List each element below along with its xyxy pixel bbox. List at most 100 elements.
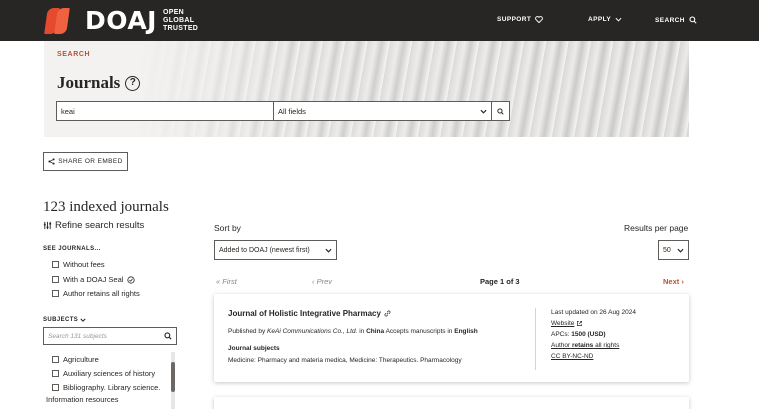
see-journals-heading: SEE JOURNALS... [43,246,101,252]
subject-item[interactable]: Auxiliary sciences of history [52,369,155,378]
license-link[interactable]: CC BY-NC-ND [551,353,593,360]
search-button[interactable] [492,101,510,121]
results-count: 123 indexed journals [43,199,169,215]
search-icon [497,107,504,115]
refine-toggle[interactable]: Refine search results [43,220,144,231]
next-label: Next [663,277,680,286]
filter-without-fees[interactable]: Without fees [52,260,105,269]
subjects-heading[interactable]: SUBJECTS [43,317,86,323]
chevron-down-icon [325,248,332,253]
field-select-value: All fields [278,106,306,116]
section-label: SEARCH [57,51,91,58]
subject-search-input[interactable]: Search 131 subjects [43,327,177,345]
published-by-text: Published by [228,328,266,335]
share-icon [48,158,55,165]
subject-item[interactable]: Agriculture [52,355,99,364]
prev-label: Prev [316,277,333,286]
results-per-page-select[interactable]: 50 [658,240,689,260]
heart-icon [535,16,544,23]
subject-search-placeholder: Search 131 subjects [48,332,107,340]
nav-support[interactable]: SUPPORT [497,16,544,23]
subjects-heading-label: SUBJECTS [43,317,79,323]
hero-fade [44,41,689,137]
last-updated: Last updated on 26 Aug 2024 [551,309,636,316]
refine-label: Refine search results [55,220,145,231]
top-navbar: DOAJ OPEN GLOBAL TRUSTED SUPPORT APPLY S… [0,0,759,41]
pagination-current: Page 1 of 3 [480,277,520,286]
search-icon [689,16,697,24]
first-label: First [222,277,237,286]
doaj-logo[interactable]: DOAJ OPEN GLOBAL TRUSTED [44,6,198,35]
subject-label-continuation: Information resources [46,395,119,404]
retains-text: retains [571,342,594,349]
seal-check-icon [127,275,136,284]
nav-search-label: SEARCH [655,16,685,24]
checkbox[interactable] [52,290,59,297]
checkbox[interactable] [52,356,59,363]
subject-label: Auxiliary sciences of history [63,369,156,378]
apc-value: 1500 (USD) [571,331,606,338]
help-icon[interactable]: ? [125,75,141,91]
field-select[interactable]: All fields [274,101,492,121]
all-rights-text: all rights [595,342,620,349]
website-label: Website [551,320,575,327]
journal-title[interactable]: Journal of Holistic Integrative Pharmacy [228,309,391,318]
checkbox[interactable] [52,261,59,268]
filter-sliders-icon [43,221,52,230]
checkbox[interactable] [52,370,59,377]
page-title: Journals ? [57,73,141,93]
chevron-down-icon [480,109,487,114]
share-embed-label: SHARE OR EMBED [58,158,123,165]
logo-text: DOAJ [85,6,157,35]
tagline-line: TRUSTED [162,24,199,32]
accepts-text: Accepts manuscripts in [385,328,453,335]
search-icon [164,332,172,340]
website-link[interactable]: Website [551,320,583,327]
in-text: in [359,328,365,335]
pagination-next[interactable]: Next › [663,277,684,286]
pagination-first[interactable]: « First [216,277,237,286]
search-input[interactable] [56,101,274,121]
country: China [366,328,385,335]
page-title-text: Journals [57,73,121,92]
apc-info: APCs: 1500 (USD) [551,331,606,338]
nav-search[interactable]: SEARCH [655,16,697,24]
subject-label: Agriculture [63,355,99,364]
checkbox[interactable] [52,276,59,283]
filter-doaj-seal[interactable]: With a DOAJ Seal [52,275,136,284]
search-hero: SEARCH Journals ? All fields [44,41,689,137]
sort-label: Sort by [214,223,241,233]
nav-support-label: SUPPORT [497,16,532,23]
results-per-page-label: Results per page [624,223,689,233]
apc-label: APCs: [551,331,570,338]
share-embed-button[interactable]: SHARE OR EMBED [43,152,128,171]
journal-result-card [214,397,689,409]
journal-title-text: Journal of Holistic Integrative Pharmacy [228,309,381,318]
subject-scrollbar-thumb[interactable] [171,362,175,392]
tagline-line: OPEN [162,8,185,16]
chevron-down-icon [80,318,86,322]
filter-label: Author retains all rights [63,289,140,298]
subject-label: Bibliography. Library science. [63,383,161,392]
subject-item[interactable]: Bibliography. Library science. [52,383,160,392]
sort-select-value: Added to DOAJ (newest first) [219,246,310,254]
language: English [454,328,478,335]
logo-tagline: OPEN GLOBAL TRUSTED [163,9,198,33]
chevron-down-icon [677,248,684,253]
filter-label: Without fees [63,260,105,269]
journal-subjects-heading: Journal subjects [228,345,280,352]
checkbox[interactable] [52,384,59,391]
rpp-value: 50 [663,246,671,254]
author-rights-link[interactable]: Author retains all rights [551,342,619,349]
link-icon [384,310,391,317]
sort-select[interactable]: Added to DOAJ (newest first) [214,240,337,260]
tagline-line: GLOBAL [162,16,195,24]
filter-label: With a DOAJ Seal [63,275,124,284]
pagination-prev[interactable]: ‹ Prev [312,277,332,286]
nav-apply[interactable]: APPLY [588,16,622,23]
journal-publisher-line: Published by KeAi Communications Co., Lt… [228,328,478,335]
search-bar: All fields [56,101,510,121]
external-link-icon [577,321,583,326]
author-label: Author [551,342,571,349]
filter-author-rights[interactable]: Author retains all rights [52,289,140,298]
